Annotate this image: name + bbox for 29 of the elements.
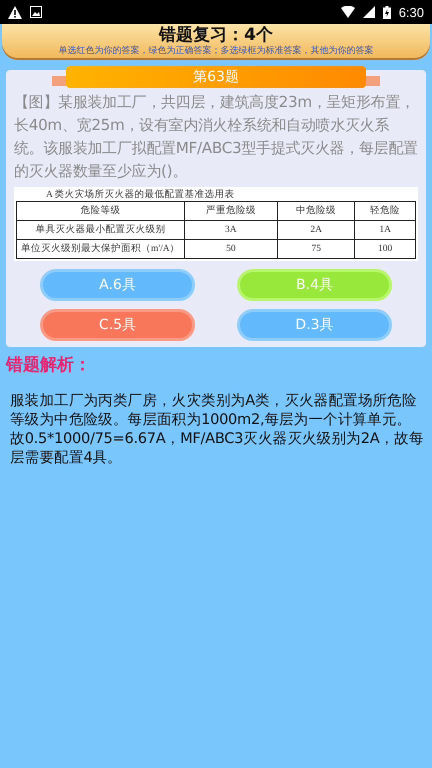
page-title: 错题复习：4个 <box>159 25 273 45</box>
answer-option[interactable]: A.6具 <box>40 269 195 301</box>
analysis-text: 服装加工厂为丙类厂房，火灾类别为A类，灭火器配置场所危险等级为中危险级。每层面积为1000m2,每层为一个计算单元。故0.5*1000/75=6.67A，MF/ABC3灭火器灭火级别为2A，故每层需要配置4具。 <box>10 391 424 467</box>
table-cell: 3A <box>184 220 278 240</box>
table-cell: 50 <box>184 240 278 258</box>
question-number: 第63题 <box>66 66 366 88</box>
signal-icon <box>362 6 375 18</box>
table-header-cell: 轻危险 <box>354 202 416 220</box>
table-cell: 单具灭火器最小配置灭火级别 <box>16 220 184 240</box>
table-cell: 75 <box>278 240 355 258</box>
answer-option[interactable]: C.5具 <box>40 309 195 341</box>
table-caption: A 类火灾场所灭火器的最低配置基准选用表 <box>45 189 236 201</box>
warning-icon <box>8 6 22 18</box>
battery-icon <box>382 6 391 18</box>
table-cell: 单位灭火级别最大保护面积（m'/A） <box>16 240 184 258</box>
table-cell: 1A <box>354 220 416 240</box>
table-header-cell: 严重危险级 <box>184 202 278 220</box>
clock-time: 6:30 <box>398 4 424 20</box>
answer-option[interactable]: B.4具 <box>237 269 392 301</box>
table-cell: 2A <box>278 220 355 240</box>
image-icon <box>30 6 42 18</box>
legend-text: 单选红色为你的答案，绿色为正确答案；多选绿框为标准答案，其他为你的答案 <box>58 45 374 57</box>
question-text: 【图】某服装加工厂，共四层，建筑高度23m，呈矩形布置，长40m、宽25m，设有室内消火栓系统和自动喷水灭火系统。该服装加工厂拟配置MF/ABC3型手提式灭火器，每层配置的灭火器数量至少应为()。 <box>14 92 418 182</box>
table-header-cell: 中危险级 <box>278 202 355 220</box>
table-cell: 100 <box>354 240 416 258</box>
wifi-icon <box>340 6 355 18</box>
analysis-title: 错题解析： <box>6 354 91 377</box>
answer-option[interactable]: D.3具 <box>237 309 392 341</box>
table-header-cell: 危险等级 <box>16 202 184 220</box>
